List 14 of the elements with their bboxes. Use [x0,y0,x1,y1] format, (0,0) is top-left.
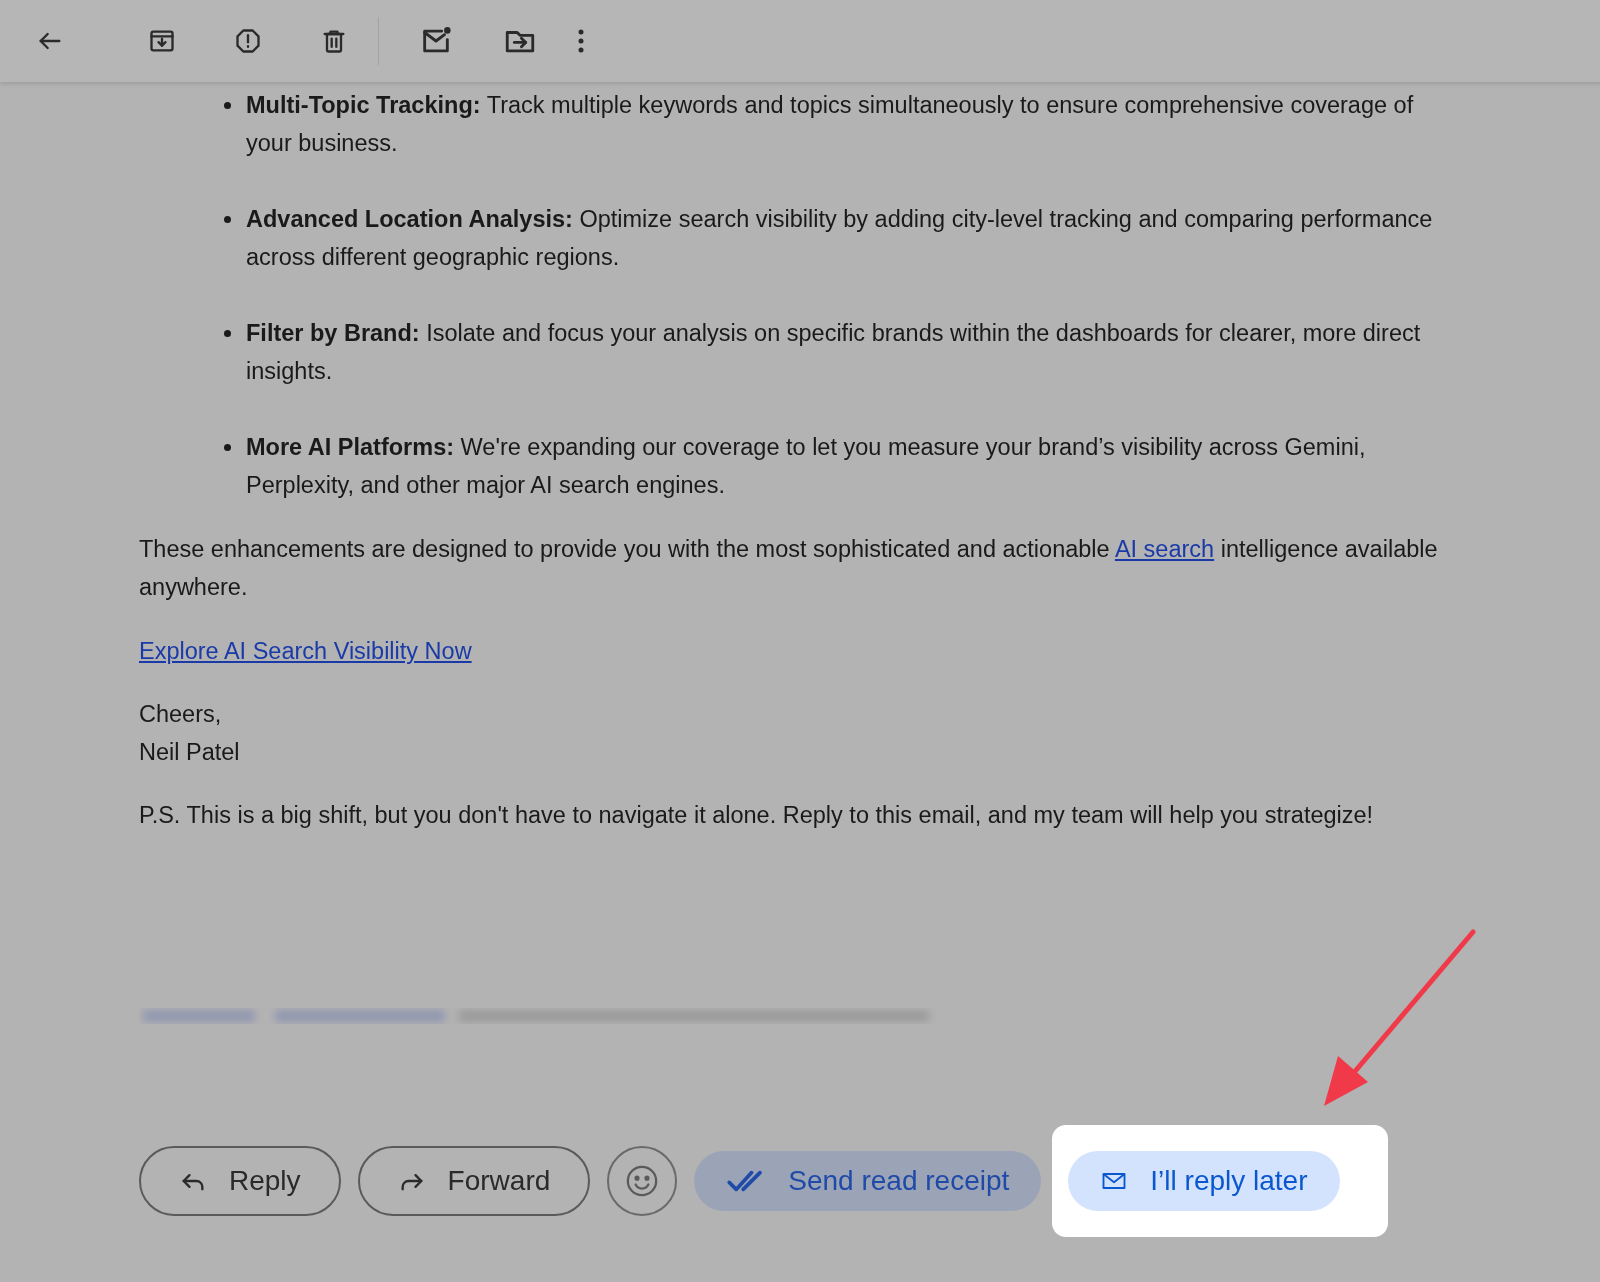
bullet-text: Multi-Topic Tracking: Track multiple keywords and topics simultaneously to ensure comprehensive coverage of your business. [246,91,1415,158]
postscript-text: P.S. This is a big shift, but you don't have to navigate it alone. Reply to this email, and my team will help you strategize! [139,801,1375,830]
ai-search-link[interactable]: AI search [1114,536,1215,562]
bullet-text: Filter by Brand: Isolate and focus your analysis on specific brands within the dashboards for clearer, more direct insights. [246,319,1422,386]
reply-later-button[interactable]: I’ll reply later [1068,1151,1340,1211]
bullet-text: More AI Platforms: We're expanding our coverage to let you measure your brand’s visibility across Gemini, Perplexity, and other major AI search engines. [246,433,1367,500]
bullet-text: Advanced Location Analysis: Optimize search visibility by adding city-level tracking and comparing performance across different geographic regions. [246,205,1434,272]
explore-link[interactable]: Explore AI Search Visibility Now [139,632,472,670]
send-read-receipt-button[interactable]: Send read receipt [694,1151,1042,1211]
forward-button[interactable]: Forward [357,1146,591,1216]
signoff-text: Neil Patel [139,738,240,767]
reply-button[interactable]: Reply [139,1146,341,1216]
signoff-text: Cheers, [139,700,222,729]
paragraph-text: These enhancements are designed to provide you with the most sophisticated and actionable AI search intelligence available anywhere. [139,535,1439,602]
